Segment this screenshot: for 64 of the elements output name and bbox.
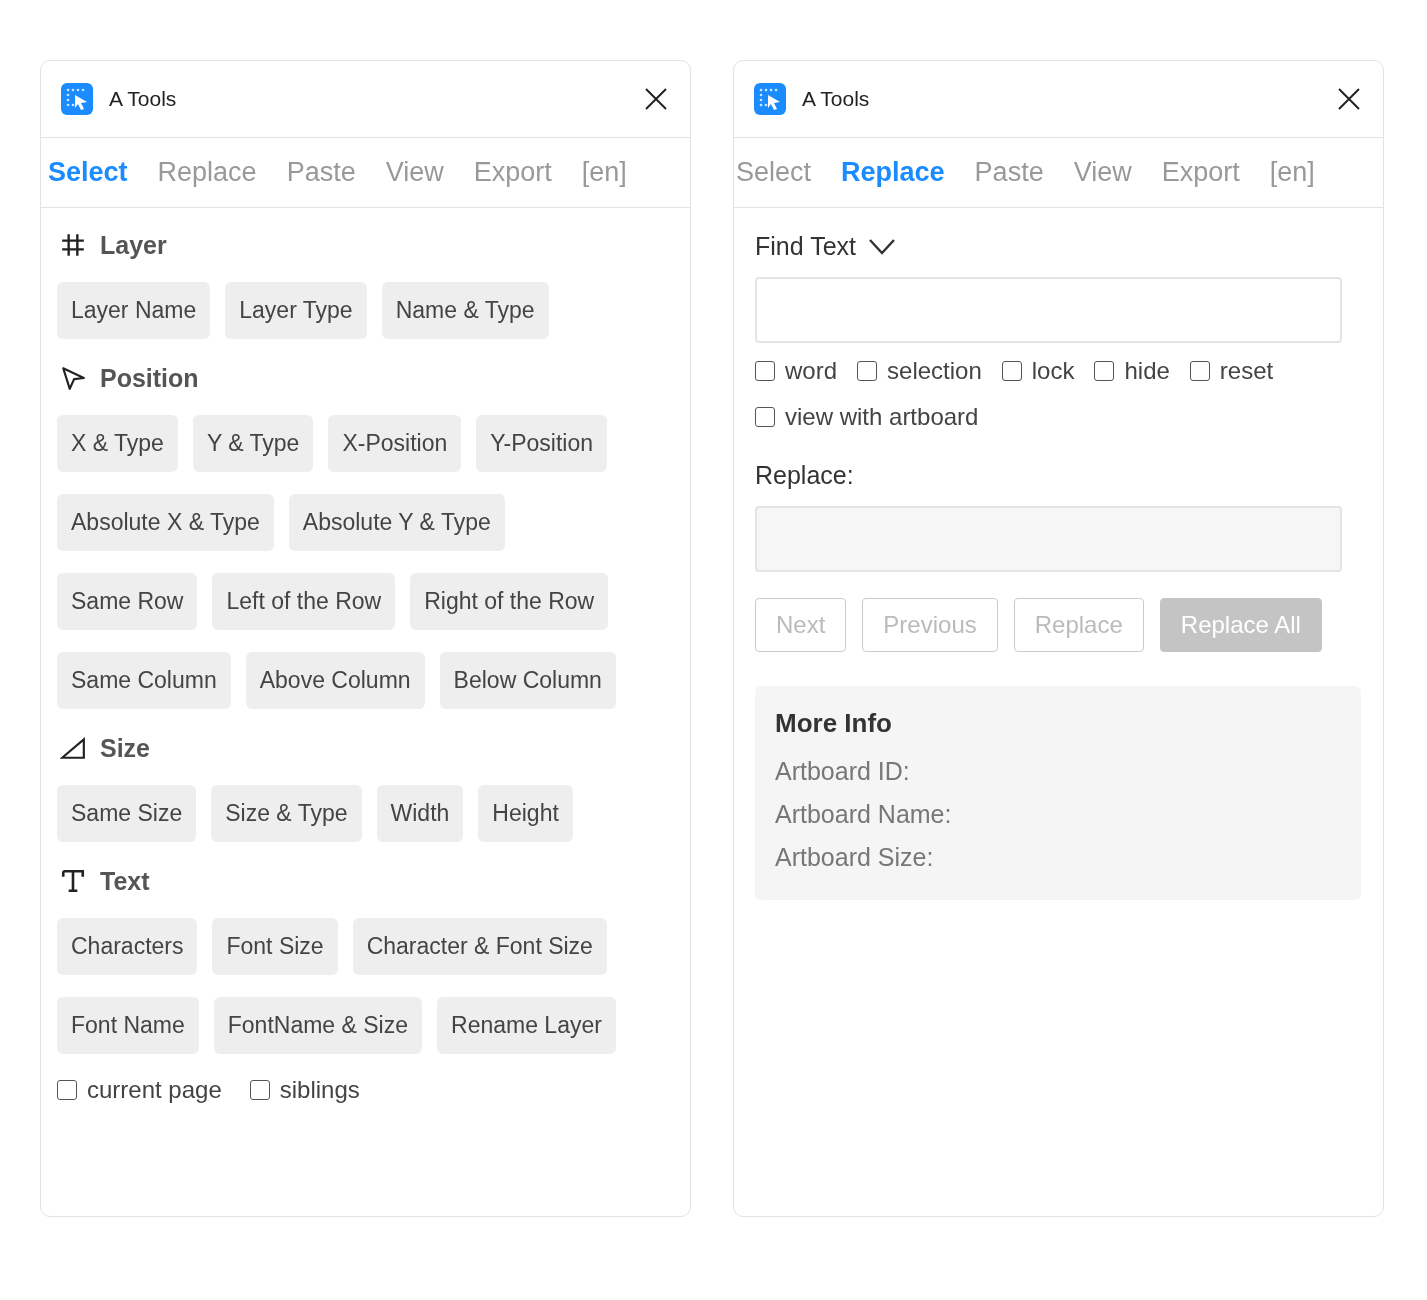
replace-text-field[interactable] bbox=[755, 506, 1342, 572]
action-button[interactable]: Layer Name bbox=[57, 282, 211, 339]
section-title: Layer bbox=[100, 230, 167, 260]
chevron-down-icon[interactable] bbox=[868, 237, 896, 256]
checkbox[interactable] bbox=[755, 407, 775, 427]
action-button[interactable]: Y & Type bbox=[192, 415, 314, 472]
checkbox-label: word bbox=[785, 357, 838, 385]
action-button[interactable]: Name & Type bbox=[381, 282, 549, 339]
section-title: Text bbox=[100, 866, 150, 896]
app-logo-icon bbox=[754, 83, 786, 115]
checkbox-label: view with artboard bbox=[785, 403, 979, 431]
action-button[interactable]: Same Row bbox=[57, 573, 198, 630]
checkbox[interactable] bbox=[1094, 361, 1115, 381]
action-button[interactable]: Height bbox=[478, 785, 573, 842]
checkbox-label: lock bbox=[1031, 357, 1075, 385]
action-button[interactable]: Size & Type bbox=[211, 785, 362, 842]
app-logo-icon bbox=[61, 83, 93, 115]
hash-icon bbox=[60, 232, 86, 258]
action-button[interactable]: Font Name bbox=[57, 997, 199, 1054]
action-button[interactable]: Absolute Y & Type bbox=[288, 494, 505, 551]
action-button[interactable]: Absolute X & Type bbox=[57, 494, 274, 551]
info-text: Artboard ID: bbox=[775, 757, 911, 786]
action-button[interactable]: Font Size bbox=[212, 918, 338, 975]
window-title: A Tools bbox=[109, 87, 177, 111]
action-button[interactable]: Characters bbox=[57, 918, 198, 975]
info-text: Artboard Size: bbox=[775, 843, 935, 872]
action-button[interactable]: Y-Position bbox=[476, 415, 607, 472]
triangle-icon bbox=[60, 735, 86, 761]
action-button[interactable]: Width bbox=[376, 785, 464, 842]
checkbox-label: current page bbox=[87, 1076, 222, 1104]
info-text: Artboard Name: bbox=[775, 800, 953, 829]
checkbox-label: selection bbox=[887, 357, 982, 385]
checkbox[interactable] bbox=[57, 1080, 77, 1100]
action-button[interactable]: Below Column bbox=[439, 652, 616, 709]
action-button[interactable]: Character & Font Size bbox=[352, 918, 607, 975]
field-label: Replace: bbox=[755, 461, 854, 490]
action-button[interactable]: Same Size bbox=[57, 785, 197, 842]
checkbox[interactable] bbox=[857, 361, 878, 381]
checkbox[interactable] bbox=[1189, 361, 1210, 381]
checkbox[interactable] bbox=[755, 361, 775, 381]
window-title: A Tools bbox=[802, 87, 870, 111]
find-text-field[interactable] bbox=[755, 277, 1342, 343]
text-icon bbox=[60, 868, 86, 894]
checkbox-label: siblings bbox=[279, 1076, 360, 1104]
close-button[interactable] bbox=[644, 87, 668, 111]
action-button[interactable]: Left of the Row bbox=[212, 573, 396, 630]
action-button[interactable]: X-Position bbox=[328, 415, 462, 472]
cursor-icon bbox=[60, 365, 86, 391]
checkbox[interactable] bbox=[1001, 361, 1022, 381]
info-title: More Info bbox=[775, 708, 893, 739]
action-button[interactable]: Right of the Row bbox=[410, 573, 609, 630]
action-button[interactable]: Same Column bbox=[57, 652, 231, 709]
action-button[interactable]: Rename Layer bbox=[437, 997, 616, 1054]
field-label: Find Text bbox=[755, 232, 856, 261]
checkbox-label: hide bbox=[1124, 357, 1170, 385]
action-button[interactable]: FontName & Size bbox=[213, 997, 422, 1054]
action-button[interactable]: Above Column bbox=[245, 652, 425, 709]
action-button[interactable]: Layer Type bbox=[225, 282, 367, 339]
section-title: Size bbox=[100, 733, 151, 763]
section-title: Position bbox=[100, 363, 199, 393]
close-button[interactable] bbox=[1337, 87, 1361, 111]
checkbox[interactable] bbox=[249, 1080, 270, 1100]
action-button[interactable]: X & Type bbox=[57, 415, 178, 472]
checkbox-label: reset bbox=[1219, 357, 1274, 385]
